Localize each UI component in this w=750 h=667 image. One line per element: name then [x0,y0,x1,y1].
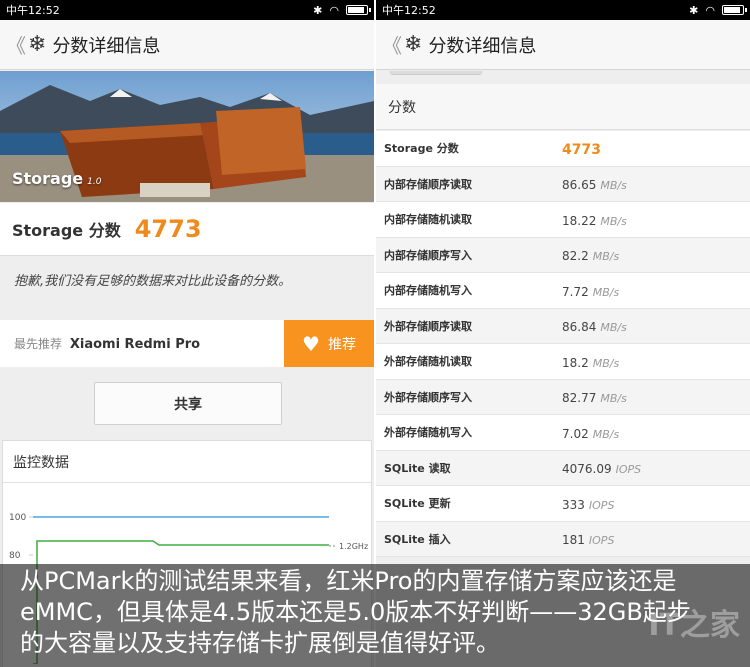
row-value: 7.02 [562,426,589,441]
table-row: 内部存储随机写入 7.72 MB/s [376,273,750,309]
row-value: 18.2 [562,355,589,370]
page-title: 分数详细信息 [428,35,537,57]
pcmark-logo-icon: ❄ [28,32,47,57]
row-label: Storage 分数 [384,142,459,156]
row-unit: MB/s [592,285,620,299]
back-icon[interactable]: 《 [6,30,26,59]
storage-hero-image: Storage 1.0 [0,71,374,202]
recommend-bar: 最先推荐 Xiaomi Redmi Pro ♥ 推荐 [0,320,374,367]
table-row: Storage 分数 4773 [376,131,750,167]
freq-label: 1.2GHz [339,542,368,551]
status-bar: 中午12:52 ✱ ◠ [376,0,750,20]
row-unit: MB/s [600,392,627,406]
app-bar: 《 ❄ 分数详细信息 [0,20,374,70]
row-value: 82.77 [562,391,597,406]
row-value: 181 [562,533,585,548]
row-unit: MB/s [600,214,627,228]
row-value: 86.84 [562,320,597,335]
table-row: SQLite 读取 4076.09 IOPS [376,450,750,486]
section-title: 分数 [376,84,750,130]
recommend-button-label: 推荐 [327,336,356,353]
pcmark-logo-icon: ❄ [404,32,423,57]
table-row: 外部存储随机写入 7.02 MB/s [376,415,750,451]
score-row: Storage 分数 4773 [0,203,374,256]
row-label: 外部存储顺序读取 [384,319,472,333]
row-value: 7.72 [562,284,589,299]
app-bar: 《 ❄ 分数详细信息 [376,20,750,70]
row-unit: MB/s [592,427,620,441]
row-unit: IOPS [615,463,642,477]
row-label: 内部存储顺序读取 [384,177,472,191]
status-time: 中午12:52 [382,4,436,17]
row-label: 内部存储顺序写入 [384,248,472,262]
row-unit: IOPS [588,534,615,548]
battery-icon [346,5,371,15]
row-value: 18.22 [562,213,597,228]
caption-line-1: 从PCMark的测试结果来看，红米Pro的内置存储方案应该还是 [20,567,677,595]
hero-version: 1.0 [87,177,102,187]
row-label: 内部存储随机读取 [384,213,472,227]
share-button[interactable]: 共享 [94,382,282,425]
score-value: 4773 [134,215,202,243]
tick-100: 100 [9,513,26,523]
row-unit: MB/s [600,321,627,335]
monitor-title: 监控数据 [3,441,371,483]
table-row: 外部存储顺序读取 86.84 MB/s [376,308,750,344]
row-value: 86.65 [562,178,597,193]
table-row: 内部存储随机读取 18.22 MB/s [376,202,750,238]
row-label: 外部存储顺序写入 [384,390,472,404]
tick-80: 80 [9,551,21,561]
row-unit: MB/s [592,250,620,264]
recommend-prefix: 最先推荐 [14,337,63,351]
row-unit: IOPS [588,498,615,512]
row-label: SQLite 读取 [384,461,451,475]
table-row: 内部存储顺序写入 82.2 MB/s [376,237,750,273]
row-unit: MB/s [600,179,627,193]
page-title: 分数详细信息 [52,35,161,57]
table-row: 外部存储顺序写入 82.77 MB/s [376,379,750,415]
table-row: 内部存储顺序读取 86.65 MB/s [376,166,750,202]
table-row: SQLite 插入 181 IOPS [376,521,750,557]
wifi-icon: ◠ [329,3,339,17]
scrolled-button-edge [390,71,482,75]
status-bar: 中午12:52 ✱ ◠ [0,0,374,20]
hero-label: Storage [12,169,84,188]
row-value: 4076.09 [562,462,612,477]
no-compare-message: 抱歉,我们没有足够的数据来对比此设备的分数。 [0,257,374,307]
score-label: Storage 分数 [12,221,121,240]
row-value: 333 [562,497,585,512]
battery-icon [722,5,747,15]
bluetooth-icon: ✱ [313,3,323,17]
row-unit: MB/s [592,356,620,370]
recommend-button[interactable]: ♥ 推荐 [284,320,374,367]
status-time: 中午12:52 [6,4,60,17]
caption-line-2: eMMC，但具体是4.5版本还是5.0版本不好判断——32GB起步 [20,598,691,626]
score-table: Storage 分数 4773 内部存储顺序读取 86.65 MB/s 内部存储随机读取 1… [376,131,750,557]
back-icon[interactable]: 《 [382,30,402,59]
table-row: 外部存储随机读取 18.2 MB/s [376,344,750,380]
recommend-device: Xiaomi Redmi Pro [69,337,201,352]
row-label: 外部存储随机写入 [384,426,472,440]
row-label: SQLite 插入 [384,532,451,546]
caption-line-3: 的大容量以及支持存储卡扩展倒是值得好评。 [20,629,500,657]
row-value: 4773 [562,141,601,158]
bluetooth-icon: ✱ [689,3,699,17]
table-row: SQLite 更新 333 IOPS [376,486,750,522]
row-label: SQLite 更新 [384,497,451,511]
row-label: 内部存储随机写入 [384,284,472,298]
row-label: 外部存储随机读取 [384,355,472,369]
wifi-icon: ◠ [705,3,715,17]
row-value: 82.2 [562,249,589,264]
heart-icon: ♥ [302,331,320,356]
caption-text: 从PCMark的测试结果来看，红米Pro的内置存储方案应该还是 eMMC，但具体… [20,566,740,659]
